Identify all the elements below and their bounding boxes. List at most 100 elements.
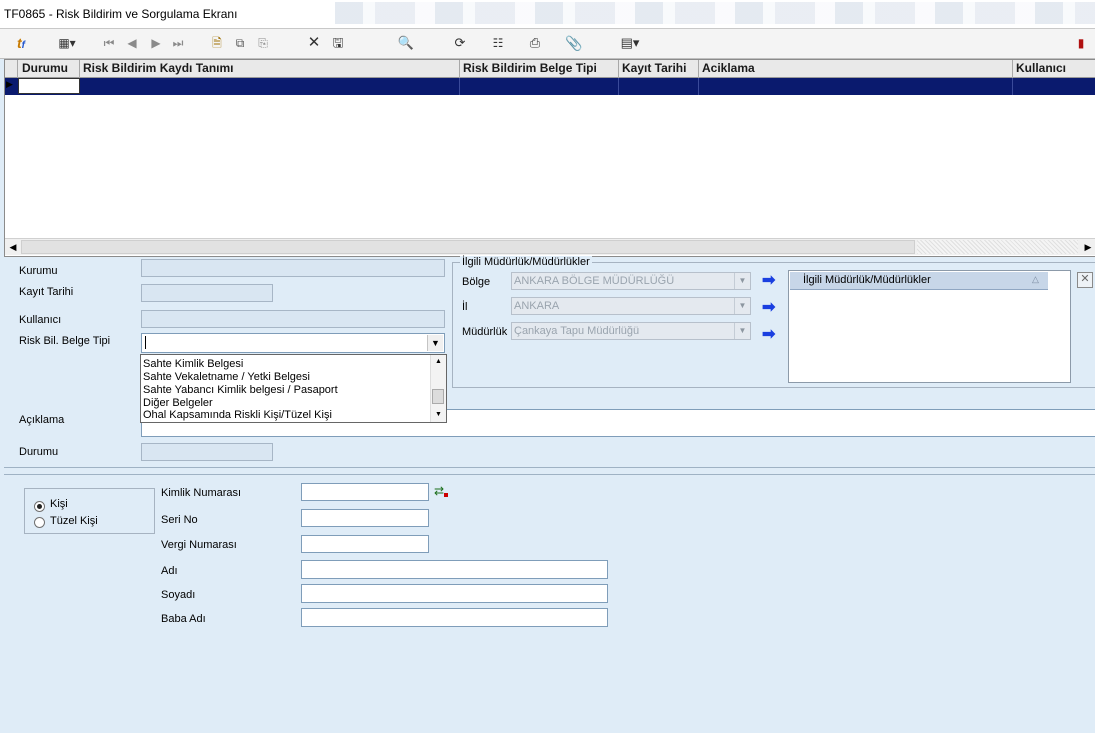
title-bar: TF0865 - Risk Bildirim ve Sorgulama Ekra… — [0, 0, 1095, 29]
risk-belge-label: Risk Bil. Belge Tipi — [19, 335, 111, 347]
il-label: İl — [462, 301, 468, 313]
first-record-icon[interactable]: ⏮ — [101, 33, 117, 53]
durumu-field[interactable] — [141, 443, 273, 461]
new-doc-icon[interactable]: 🗎 — [209, 33, 225, 53]
kisi-label[interactable]: Kişi — [50, 498, 68, 510]
grid-menu-icon[interactable]: ▦▾ — [54, 33, 80, 53]
list-header-label: İlgili Müdürlük/Müdürlükler — [803, 274, 931, 286]
dropdown-option[interactable]: Ohal Kapsamında Riskli Kişi/Tüzel Kişi — [143, 409, 332, 421]
bolge-value: ANKARA BÖLGE MÜDÜRLÜĞÜ — [514, 275, 675, 287]
kayit-tarihi-field[interactable] — [141, 284, 273, 302]
kurumu-field[interactable] — [141, 259, 445, 277]
preview-icon[interactable]: 🔍 — [397, 33, 415, 53]
mudurluk-value: Çankaya Tapu Müdürlüğü — [514, 325, 640, 337]
close-icon[interactable]: ✕ — [1077, 272, 1093, 288]
col-kullanici[interactable]: Kullanıcı — [1016, 61, 1066, 75]
mudurluk-combobox[interactable]: Çankaya Tapu Müdürlüğü ▼ — [511, 322, 751, 340]
mudurluk-list-header[interactable]: İlgili Müdürlük/Müdürlükler △ — [790, 272, 1048, 290]
chevron-down-icon[interactable]: ▼ — [734, 273, 750, 289]
scroll-up-icon[interactable]: ▲ — [431, 355, 446, 369]
adi-field[interactable] — [301, 560, 608, 579]
add-il-arrow-icon[interactable]: ➡ — [762, 300, 780, 316]
paste-doc-icon[interactable]: ⎘ — [255, 33, 271, 53]
sort-up-icon: △ — [1032, 274, 1039, 284]
toolbar: tf ▦▾ ⏮ ◀ ▶ ⏭ 🗎 ⧉ ⎘ ✕ 🖫 🔍 ⟳ ☷ ⎙ 📎 ▤▾ ▮ — [0, 29, 1095, 59]
chevron-down-icon[interactable]: ▼ — [427, 335, 443, 351]
soyadi-label: Soyadı — [161, 589, 196, 601]
row-durumu-cell[interactable] — [18, 78, 80, 94]
table-row[interactable] — [5, 78, 1095, 95]
delete-icon[interactable]: ✕ — [306, 33, 322, 53]
next-record-icon[interactable]: ▶ — [148, 33, 164, 53]
il-value: ANKARA — [514, 300, 560, 312]
dropdown-option[interactable]: Sahte Kimlik Belgesi — [143, 358, 243, 370]
dropdown-option[interactable]: Sahte Yabancı Kimlik belgesi / Pasaport — [143, 384, 338, 396]
vergi-label: Vergi Numarası — [161, 539, 237, 551]
dropdown-scrollbar[interactable]: ▲ ▼ — [430, 355, 446, 422]
tree-icon[interactable]: ☷ — [489, 33, 507, 53]
attach-icon[interactable]: 📎 — [565, 33, 582, 53]
blurred-background-window — [335, 2, 1095, 24]
prev-record-icon[interactable]: ◀ — [124, 33, 140, 53]
kayit-tarihi-label: Kayıt Tarihi — [19, 286, 74, 298]
logo-icon: tf — [16, 35, 25, 51]
col-kayit-tarihi[interactable]: Kayıt Tarihi — [622, 61, 686, 75]
kullanici-label: Kullanıcı — [19, 314, 62, 326]
add-bolge-arrow-icon[interactable]: ➡ — [762, 273, 780, 289]
baba-adi-label: Baba Adı — [161, 613, 206, 625]
dropdown-option[interactable]: Diğer Belgeler — [143, 397, 213, 409]
col-kayit-tanimi[interactable]: Risk Bildirim Kaydı Tanımı — [83, 61, 233, 75]
mudurluk-label: Müdürlük — [462, 326, 508, 338]
col-durumu[interactable]: Durumu — [22, 61, 68, 75]
add-mudurluk-arrow-icon[interactable]: ➡ — [762, 327, 780, 343]
chevron-down-icon[interactable]: ▼ — [734, 323, 750, 339]
records-grid: Durumu Risk Bildirim Kaydı Tanımı Risk B… — [4, 59, 1095, 257]
grid-header: Durumu Risk Bildirim Kaydı Tanımı Risk B… — [5, 60, 1095, 78]
risk-belge-combobox[interactable]: ▼ — [141, 333, 445, 353]
window-title: TF0865 - Risk Bildirim ve Sorgulama Ekra… — [4, 7, 238, 21]
risk-belge-dropdown-list[interactable]: Sahte Kimlik Belgesi Sahte Vekaletname /… — [140, 354, 447, 423]
scroll-down-icon[interactable]: ▼ — [431, 408, 446, 422]
chevron-down-icon[interactable]: ▼ — [734, 298, 750, 314]
dropdown-option[interactable]: Sahte Vekaletname / Yetki Belgesi — [143, 371, 310, 383]
layout-menu-icon[interactable]: ▤▾ — [613, 33, 647, 53]
refresh-icon[interactable]: ⟳ — [451, 33, 469, 53]
scroll-left-icon[interactable]: ◀ — [5, 239, 21, 255]
seri-label: Seri No — [161, 514, 198, 526]
scroll-track[interactable] — [917, 240, 1078, 254]
person-type-group: Kişi Tüzel Kişi — [24, 488, 155, 534]
soyadi-field[interactable] — [301, 584, 608, 603]
exit-icon[interactable]: ▮ — [1073, 33, 1089, 53]
mudurluk-listview[interactable]: İlgili Müdürlük/Müdürlükler △ — [788, 270, 1071, 383]
save-icon[interactable]: 🖫 — [329, 33, 347, 53]
scroll-right-icon[interactable]: ▶ — [1080, 239, 1095, 255]
print-icon[interactable]: ⎙ — [526, 33, 544, 53]
vergi-field[interactable] — [301, 535, 429, 553]
baba-adi-field[interactable] — [301, 608, 608, 627]
il-combobox[interactable]: ANKARA ▼ — [511, 297, 751, 315]
aciklama-label: Açıklama — [19, 414, 65, 426]
row-indicator-icon: ▶ — [6, 79, 13, 89]
copy-doc-icon[interactable]: ⧉ — [231, 33, 249, 53]
scroll-thumb[interactable] — [432, 389, 444, 404]
tuzel-kisi-radio[interactable] — [34, 517, 45, 528]
kimlik-field[interactable] — [301, 483, 429, 501]
mudurluk-group-title: İlgili Müdürlük/Müdürlükler — [460, 256, 592, 268]
horizontal-scrollbar[interactable]: ◀ ▶ — [5, 238, 1095, 255]
last-record-icon[interactable]: ⏭ — [170, 33, 186, 53]
scroll-thumb[interactable] — [21, 240, 915, 254]
bolge-combobox[interactable]: ANKARA BÖLGE MÜDÜRLÜĞÜ ▼ — [511, 272, 751, 290]
col-belge-tipi[interactable]: Risk Bildirim Belge Tipi — [463, 61, 597, 75]
tuzel-kisi-label[interactable]: Tüzel Kişi — [50, 515, 98, 527]
kisi-radio[interactable] — [34, 501, 45, 512]
lookup-icon[interactable]: ⇄ — [434, 484, 444, 498]
text-caret — [145, 336, 146, 349]
lookup-badge-icon — [444, 493, 448, 497]
seri-field[interactable] — [301, 509, 429, 527]
kullanici-field[interactable] — [141, 310, 445, 328]
adi-label: Adı — [161, 565, 178, 577]
col-aciklama[interactable]: Aciklama — [702, 61, 755, 75]
bolge-label: Bölge — [462, 276, 491, 288]
durumu-label: Durumu — [19, 446, 59, 458]
kurumu-label: Kurumu — [19, 265, 58, 277]
